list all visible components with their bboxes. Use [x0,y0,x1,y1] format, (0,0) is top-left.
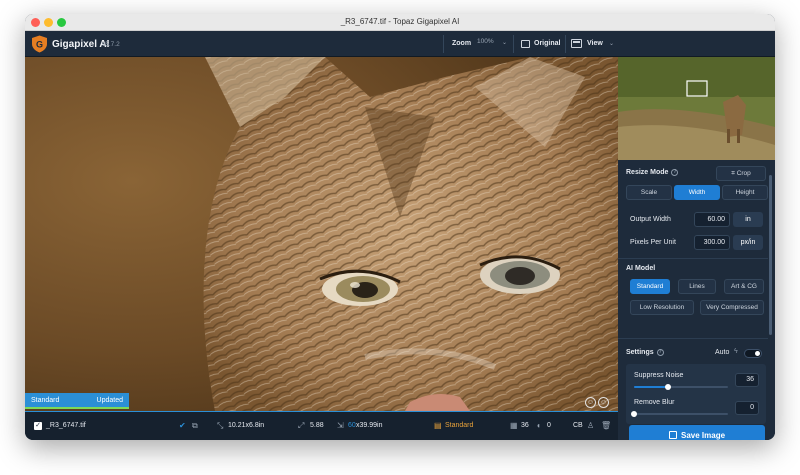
resize-mode-heading: Resize Mode? [626,169,679,176]
auto-toggle[interactable] [744,349,762,358]
status-progress [25,407,129,409]
ppu-input[interactable]: 300.00 [694,235,730,250]
suppress-noise-fill [634,386,668,388]
ai-model-heading: AI Model [626,265,656,272]
face-icon: ♙ [587,421,595,430]
header-divider [513,35,514,53]
zoom-label: Zoom [452,40,472,47]
preview-status-bar: Standard Updated [25,393,129,409]
navigator-image [618,57,775,160]
image-icon [521,40,530,48]
zoom-dropdown[interactable]: 100% ⌄ [477,38,507,50]
view-layout-icon [571,39,582,48]
model-icon: ▤ [434,421,442,430]
remove-blur-handle[interactable] [631,411,637,417]
auto-label: Auto [715,349,730,356]
scale-icon: ⤢ [298,421,305,430]
info-icon[interactable]: ? [656,349,664,356]
view-dropdown[interactable]: View ⌄ [571,37,617,51]
save-icon [669,431,677,439]
model-lines[interactable]: Lines [678,279,716,294]
external-link-icon[interactable]: ⧉ [192,421,198,431]
app-header: G Gigapixel AI v5.7.2 Zoom 100% ⌄ Origin… [25,31,775,57]
file-bar: ✓ _R3_6747.tif ✔ ⧉ ⤡ 10.21x6.8in ⤢ 5.88 … [25,411,618,440]
model-low-resolution[interactable]: Low Resolution [630,300,694,315]
app-version: v5.7.2 [102,41,120,48]
face-buttons: ☺ ☺ [585,397,611,409]
auto-toggle-knob [755,351,760,356]
info-icon[interactable]: ? [671,169,679,176]
header-divider [443,35,444,53]
output-width-unit[interactable]: in [733,212,763,227]
sidebar-scrollbar[interactable] [769,175,772,335]
output-size-width: 60 [348,422,356,429]
output-width-label: Output Width [630,216,671,223]
navigator-thumbnail[interactable] [618,57,775,160]
image-preview[interactable] [25,57,618,411]
ppu-unit[interactable]: px/in [733,235,763,250]
remove-blur-slider[interactable] [631,411,728,417]
suppress-noise-handle[interactable] [664,384,671,390]
blur-value: 0 [547,422,551,429]
model-name: Standard [445,422,474,429]
window-titlebar: _R3_6747.tif - Topaz Gigapixel AI [25,14,775,31]
save-image-button[interactable]: Save Image [629,425,765,440]
output-size-icon: ⇲ [337,421,344,430]
model-standard[interactable]: Standard [630,279,670,294]
crop-button[interactable]: ⌗ Crop [716,166,766,181]
logo-letter: G [36,40,43,50]
app-window: _R3_6747.tif - Topaz Gigapixel AI G Giga… [25,14,775,440]
status-state: Updated [96,397,123,404]
section-divider [618,258,768,259]
face-compare-icon[interactable]: ☺ [598,397,609,408]
input-size-icon: ⤡ [217,421,224,430]
view-label: View [587,40,603,47]
settings-sidebar: Resize Mode? ⌗ Crop Scale Width Height O… [618,57,775,440]
header-divider [565,35,566,53]
save-image-label: Save Image [681,431,726,440]
chevron-down-icon: ⌄ [609,41,615,47]
chevron-down-icon: ⌄ [501,40,507,46]
tab-scale[interactable]: Scale [626,185,672,200]
remove-blur-label: Remove Blur [634,399,675,406]
file-checkbox[interactable]: ✓ [34,422,42,430]
original-label: Original [534,40,561,47]
tab-height[interactable]: Height [722,185,768,200]
tab-width[interactable]: Width [674,185,720,200]
app-name: Gigapixel AI [52,39,110,50]
output-width-input[interactable]: 60.00 [694,212,730,227]
suppress-noise-slider[interactable] [634,384,728,390]
settings-panel: Suppress Noise 36 Remove Blur 0 [626,364,766,424]
original-button[interactable]: Original [521,37,565,51]
gigapixel-logo-icon: G [32,35,47,53]
model-very-compressed[interactable]: Very Compressed [700,300,764,315]
scale-value: 5.88 [310,422,324,429]
window-title: _R3_6747.tif - Topaz Gigapixel AI [340,17,460,26]
bolt-icon: ϟ [734,348,738,355]
checkmark-icon: ✔ [179,421,186,430]
output-size-rest: x39.99in [356,422,383,429]
suppress-noise-label: Suppress Noise [634,372,684,379]
model-art-cg[interactable]: Art & CG [724,279,764,294]
blur-icon: ◖ [536,421,541,430]
remove-blur-value[interactable]: 0 [735,401,759,415]
settings-heading: Settings? [626,349,664,356]
suppress-noise-value[interactable]: 36 [735,373,759,387]
section-divider [618,338,768,339]
status-model: Standard [31,397,60,404]
color-mode: CB [573,422,583,429]
file-name: _R3_6747.tif [46,422,86,429]
noise-icon: ▦ [510,421,518,430]
noise-value: 36 [521,422,529,429]
cat-photo [25,57,618,411]
input-size: 10.21x6.8in [228,422,265,429]
ppu-label: Pixels Per Unit [630,239,676,246]
zoom-value: 100% [477,38,494,45]
trash-icon[interactable]: 🗑 [601,421,611,430]
face-recovery-icon[interactable]: ☺ [585,397,596,408]
